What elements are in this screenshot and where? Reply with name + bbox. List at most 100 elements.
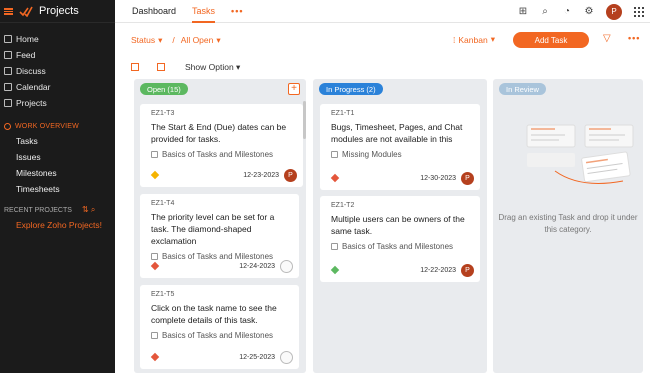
- sidebar-item-milestones[interactable]: Milestones: [0, 165, 115, 181]
- task-title: The Start & End (Due) dates can be provi…: [151, 122, 287, 144]
- menu-icon[interactable]: [4, 7, 13, 15]
- status-filter[interactable]: Status ▾: [131, 35, 162, 46]
- task-milestone: Basics of Tasks and Milestones: [331, 242, 469, 251]
- task-card[interactable]: EZ1-T5 Click on the task name to see the…: [140, 285, 299, 369]
- unassigned-avatar[interactable]: [280, 350, 293, 364]
- task-id: EZ1-T5: [151, 291, 175, 298]
- sidebar-item-label: Projects: [16, 98, 47, 108]
- avatar[interactable]: P: [606, 3, 622, 20]
- card-footer: 12-24-2023: [150, 259, 293, 273]
- milestone-icon: [331, 243, 338, 250]
- empty-state-text: Drag an existing Task and drop it under …: [498, 213, 638, 234]
- bell-icon[interactable]: ◔: [562, 6, 572, 17]
- filter-bar: Status ▾ / All Open ▾ ⁞ Kanban ▾ Add Task ▽ …: [115, 28, 650, 52]
- owner-avatar[interactable]: P: [461, 263, 474, 277]
- task-card[interactable]: EZ1-T2 Multiple users can be owners of t…: [320, 196, 480, 282]
- milestone-icon: [331, 151, 338, 158]
- layout-switcher[interactable]: ⁞ Kanban ▾: [453, 34, 495, 45]
- due-date: 12-22-2023: [420, 266, 456, 274]
- add-icon[interactable]: ⊞: [518, 6, 528, 17]
- priority-icon: [150, 170, 160, 180]
- sidebar-item-feed[interactable]: Feed: [0, 47, 115, 63]
- brand: Projects: [0, 0, 115, 23]
- task-title: Bugs, Timesheet, Pages, and Chat modules…: [331, 122, 463, 144]
- sidebar-item-home[interactable]: Home: [0, 31, 115, 47]
- top-bar: Dashboard Tasks ••• ⊞ ⌕ ◔ ⚙ P: [115, 0, 650, 23]
- more-options-button[interactable]: •••: [628, 33, 640, 43]
- sidebar-item-discuss[interactable]: Discuss: [0, 63, 115, 79]
- milestone-icon: [151, 332, 158, 339]
- sidebar-item-timesheets[interactable]: Timesheets: [0, 181, 115, 197]
- task-title: Click on the task name to see the comple…: [151, 303, 277, 325]
- column-scrollbar[interactable]: [303, 101, 306, 139]
- tab-tasks[interactable]: Tasks: [184, 0, 223, 23]
- section-title: WORK OVERVIEW: [15, 122, 79, 130]
- milestone-label: Basics of Tasks and Milestones: [342, 242, 454, 251]
- search-icon[interactable]: ⌕: [540, 6, 550, 17]
- sidebar-item-issues[interactable]: Issues: [0, 149, 115, 165]
- sidebar-item-projects[interactable]: Projects: [0, 95, 115, 111]
- column-open-label: Open (15): [140, 83, 188, 95]
- kanban-icon: ⁞: [453, 34, 456, 45]
- chevron-down-icon: ▾: [216, 34, 221, 45]
- discuss-icon: [4, 67, 12, 75]
- apps-grid-icon[interactable]: [634, 6, 644, 17]
- due-date: 12-30-2023: [420, 174, 456, 182]
- show-option-label: Show Option: [185, 61, 234, 72]
- add-task-button[interactable]: Add Task: [513, 32, 589, 48]
- task-card[interactable]: EZ1-T4 The priority level can be set for…: [140, 194, 299, 278]
- task-milestone: Missing Modules: [331, 150, 469, 159]
- task-id: EZ1-T1: [331, 110, 355, 117]
- add-task-column-button[interactable]: +: [288, 83, 300, 95]
- task-card[interactable]: EZ1-T3 The Start & End (Due) dates can b…: [140, 104, 303, 187]
- gear-icon[interactable]: ⚙: [584, 6, 594, 17]
- sidebar-nav: Home Feed Discuss Calendar Projects: [0, 23, 115, 111]
- due-date: 12-24-2023: [239, 262, 275, 270]
- tabs-more-button[interactable]: •••: [223, 0, 251, 23]
- app-name: Projects: [39, 5, 79, 17]
- work-overview-heading[interactable]: WORK OVERVIEW: [0, 119, 115, 133]
- status-filter-label: Status: [131, 35, 156, 45]
- sidebar-item-label: Home: [16, 34, 39, 44]
- unassigned-avatar[interactable]: [280, 259, 293, 273]
- priority-icon: [330, 265, 340, 275]
- empty-state-illustration: [526, 124, 634, 184]
- section-title: RECENT PROJECTS: [4, 206, 72, 214]
- filter-search-icon[interactable]: ⇅ ⌕: [82, 205, 95, 215]
- explore-link[interactable]: Explore Zoho Projects!: [0, 217, 115, 233]
- task-id: EZ1-T4: [151, 200, 175, 207]
- task-card[interactable]: EZ1-T1 Bugs, Timesheet, Pages, and Chat …: [320, 104, 480, 190]
- task-title: The priority level can be set for a task…: [151, 212, 275, 246]
- task-milestone: Basics of Tasks and Milestones: [151, 331, 288, 340]
- milestone-label: Basics of Tasks and Milestones: [162, 331, 274, 340]
- sidebar-item-tasks[interactable]: Tasks: [0, 133, 115, 149]
- home-icon: [4, 35, 12, 43]
- priority-icon: [150, 352, 160, 362]
- chevron-down-icon: ▾: [158, 34, 163, 45]
- collapse-icon: [4, 122, 11, 130]
- projects-logo-icon: [19, 6, 33, 17]
- layout-label: Kanban: [458, 34, 488, 45]
- owner-avatar[interactable]: P: [461, 171, 474, 185]
- view-filter-label: All Open: [180, 35, 214, 45]
- column-progress-label: In Progress (2): [319, 83, 383, 95]
- task-id: EZ1-T3: [151, 110, 175, 117]
- card-footer: 12-30-2023 P: [330, 171, 474, 185]
- view-filter[interactable]: All Open ▾: [181, 35, 221, 46]
- card-footer: 12-23-2023 P: [150, 168, 297, 182]
- owner-avatar[interactable]: P: [284, 168, 297, 182]
- collapse-columns-icon[interactable]: [157, 63, 165, 71]
- filter-icon[interactable]: ▽: [603, 33, 611, 44]
- task-id: EZ1-T2: [331, 202, 355, 209]
- milestone-icon: [151, 151, 158, 158]
- sidebar: Projects Home Feed Discuss Calendar Proj…: [0, 0, 115, 373]
- filter-separator: /: [172, 35, 175, 45]
- task-milestone: Basics of Tasks and Milestones: [151, 150, 292, 159]
- chevron-down-icon: ▾: [490, 34, 495, 44]
- recent-projects-heading: RECENT PROJECTS ⇅ ⌕: [0, 203, 115, 217]
- sidebar-item-calendar[interactable]: Calendar: [0, 79, 115, 95]
- group-by-icon[interactable]: [131, 63, 139, 71]
- show-option-button[interactable]: Show Option ▾: [185, 62, 240, 73]
- milestone-label: Missing Modules: [342, 150, 402, 159]
- tab-dashboard[interactable]: Dashboard: [124, 0, 184, 23]
